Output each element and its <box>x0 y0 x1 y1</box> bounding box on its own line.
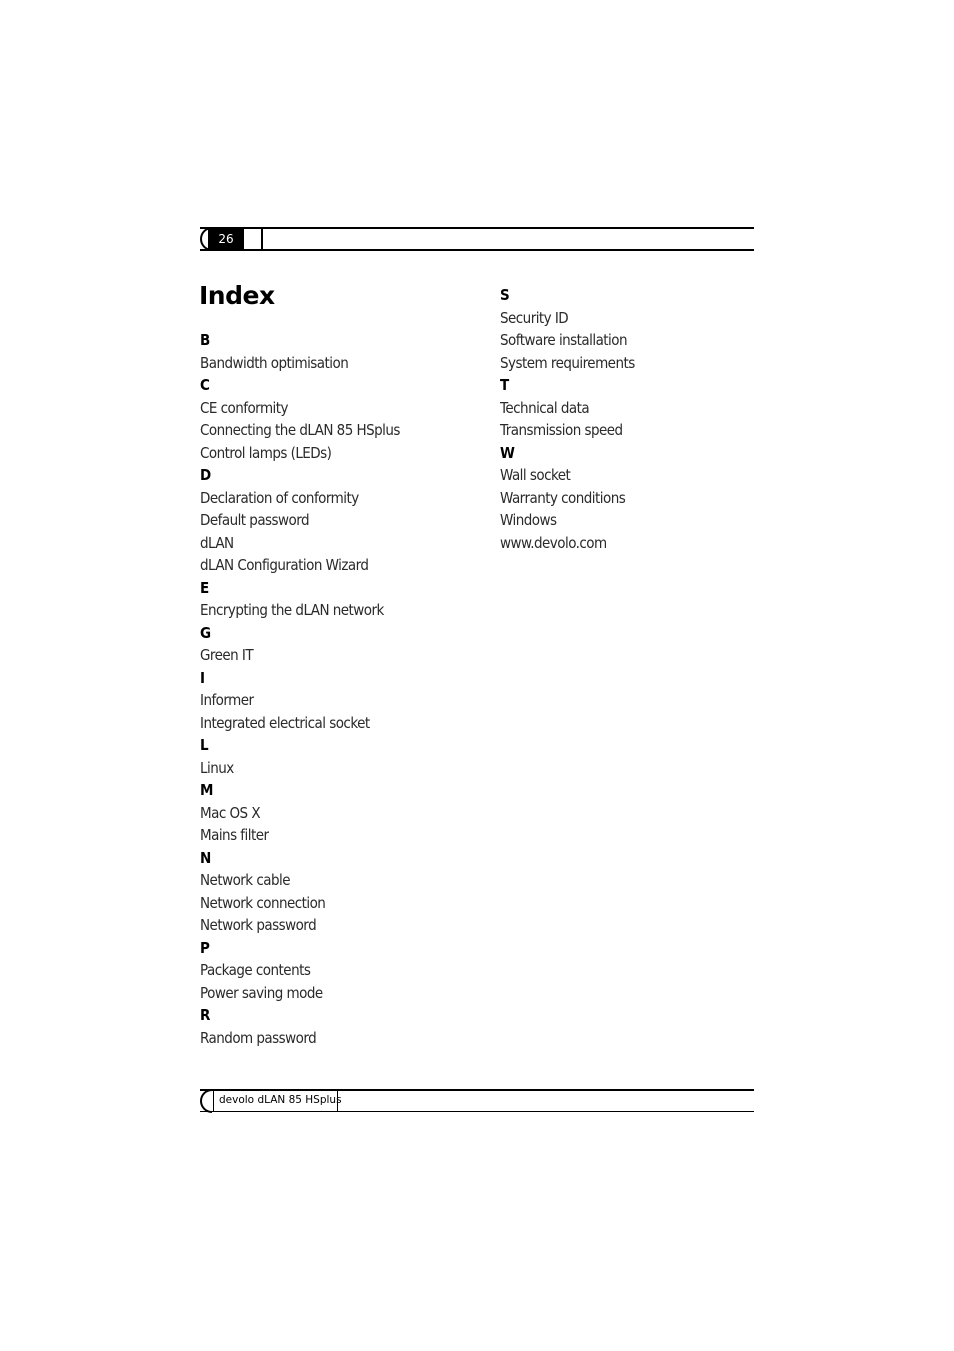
index-entry: Mains filter <box>200 826 269 844</box>
index-entry: Wall socket <box>500 466 571 484</box>
index-letter-heading: W <box>500 443 515 462</box>
index-entry: Encrypting the dLAN network <box>200 601 384 619</box>
index-letter-heading: I <box>200 668 205 687</box>
index-entry: Windows <box>500 511 557 529</box>
index-letter-heading: S <box>500 286 510 304</box>
index-entry: Software installation <box>500 331 628 349</box>
index-letter-heading: L <box>200 736 209 754</box>
index-entry: Security ID <box>500 308 569 327</box>
index-letter-heading: M <box>200 781 213 799</box>
index-entry: Green IT <box>200 646 254 664</box>
footer-product-name: devolo dLAN 85 HSplus <box>219 1094 342 1106</box>
index-entry: Linux <box>200 758 234 777</box>
index-letter-heading: D <box>200 466 211 484</box>
index-letter-heading: R <box>200 1006 210 1024</box>
index-entry: Technical data <box>500 398 590 417</box>
index-entry: Control lamps (LEDs) <box>200 443 332 462</box>
index-letter-heading: B <box>200 331 210 349</box>
index-entry: www.devolo.com <box>500 533 607 552</box>
page-header-bar: 26 <box>200 227 754 251</box>
index-entry: Network cable <box>200 871 291 889</box>
index-left-column: B Bandwidth optimisation C CE conformity Con… <box>200 329 480 1049</box>
footer-divider <box>337 1091 338 1111</box>
index-entry: Declaration of conformity <box>200 488 359 507</box>
header-divider <box>261 229 263 249</box>
page-title: Index <box>199 281 275 310</box>
index-entry: Warranty conditions <box>500 488 626 507</box>
page-footer-bar: devolo dLAN 85 HSplus <box>200 1089 754 1113</box>
footer-left-divider <box>213 1091 214 1111</box>
index-letter-heading: E <box>200 578 209 597</box>
index-entry: Transmission speed <box>500 421 623 439</box>
index-entry: Connecting the dLAN 85 HSplus <box>200 421 400 439</box>
index-entry: CE conformity <box>200 398 289 417</box>
index-entry: Integrated electrical socket <box>200 713 370 732</box>
index-letter-heading: P <box>200 938 210 957</box>
index-entry: Informer <box>200 691 254 709</box>
index-entry: Random password <box>200 1028 317 1047</box>
index-letter-heading: T <box>500 376 509 394</box>
index-entry: Power saving mode <box>200 983 323 1002</box>
index-entry: dLAN Configuration Wizard <box>200 556 369 574</box>
index-entry: dLAN <box>200 533 234 552</box>
index-entry: Network password <box>200 916 317 934</box>
index-entry: Package contents <box>200 961 311 979</box>
page-number: 26 <box>208 229 244 249</box>
index-entry: Bandwidth optimisation <box>200 353 349 372</box>
index-letter-heading: N <box>200 848 211 867</box>
footer-bar-cap <box>200 1089 212 1113</box>
index-entry: Network connection <box>200 893 326 912</box>
index-entry: Mac OS X <box>200 803 261 822</box>
index-letter-heading: G <box>200 623 211 642</box>
index-entry: System requirements <box>500 353 635 372</box>
index-right-column: S Security ID Software installation System … <box>500 284 750 554</box>
index-letter-heading: C <box>200 376 210 394</box>
index-entry: Default password <box>200 511 310 529</box>
